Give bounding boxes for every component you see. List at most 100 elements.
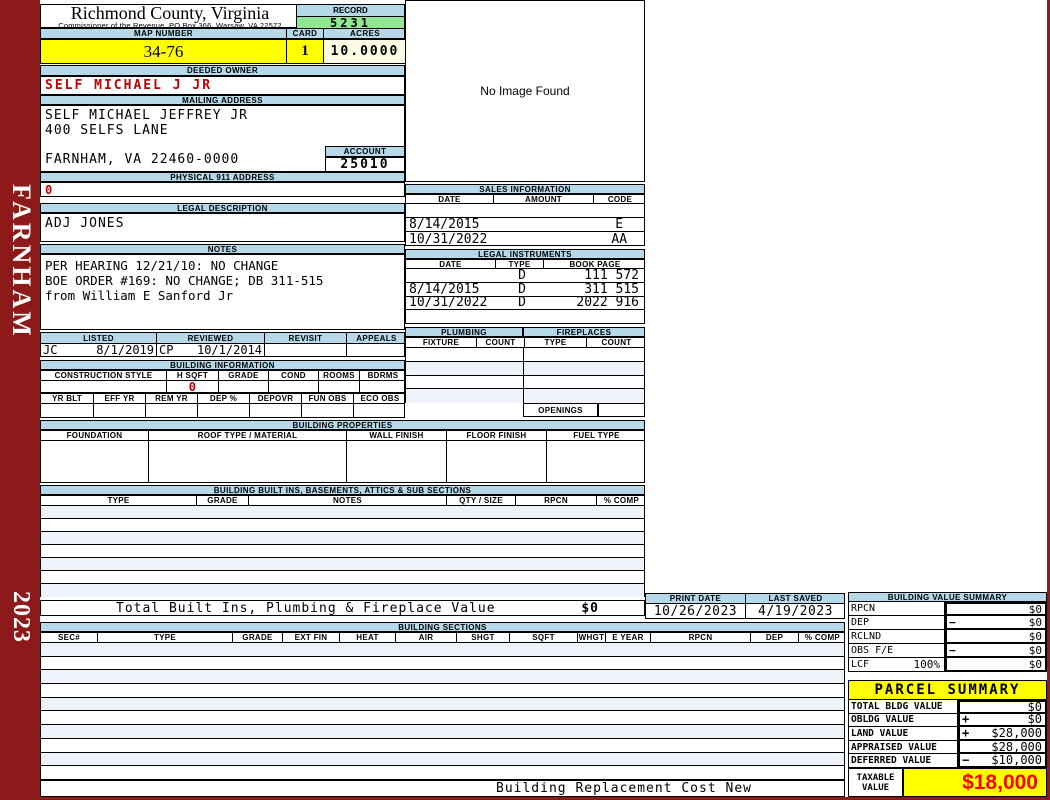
physical-address-bar: PHYSICAL 911 ADDRESS — [40, 172, 405, 182]
col-header: FOUNDATION — [66, 431, 123, 440]
built-ins-rows — [40, 506, 645, 597]
physical-address-value: 0 — [40, 182, 405, 197]
col-header: ROOF TYPE / MATERIAL — [148, 431, 346, 440]
revisit-label: REVISIT — [264, 333, 346, 343]
col-header: WHGT — [577, 633, 605, 642]
appeals-cell — [346, 344, 406, 356]
last-saved-value: 4/19/2023 — [745, 604, 845, 619]
table-row — [41, 670, 844, 685]
col-header: E YEAR — [605, 633, 650, 642]
building-info-values1: 0 — [40, 380, 405, 394]
bvs-row: LCF 100% $0 — [848, 658, 1047, 672]
county-title: Richmond County, Virginia — [70, 3, 270, 23]
table-row — [41, 584, 644, 597]
listed-cell: JC 8/1/2019 — [41, 343, 156, 357]
property-record-card: FARNHAM 2023 Richmond County, Virginia C… — [0, 0, 1050, 800]
building-sections-header: SEC# TYPE GRADE EXT FIN HEAT AIR SHGT SQ… — [40, 632, 845, 643]
table-row — [41, 739, 844, 753]
col-header: DEPOVR — [249, 394, 301, 403]
account-value: 25010 — [325, 157, 405, 172]
mailing-address-bar: MAILING ADDRESS — [40, 95, 405, 105]
mailing-street: 400 SELFS LANE — [45, 123, 169, 138]
col-header: CODE — [593, 195, 646, 204]
col-header: SHGT — [456, 633, 509, 642]
col-header: DEP % — [197, 394, 249, 403]
col-header: FLOOR FINISH — [446, 431, 546, 440]
table-row — [41, 766, 844, 780]
reviewed-date: 10/1/2014 — [196, 343, 262, 357]
building-sections-footer: Building Replacement Cost New — [40, 780, 845, 797]
built-ins-header: TYPE GRADE NOTES QTY / SIZE RPCN % COMP — [40, 495, 645, 506]
parcel-summary: TOTAL BLDG VALUE $0 OBLDG VALUE + $0 LAND… — [848, 700, 1047, 768]
building-sections-bar: BUILDING SECTIONS — [40, 622, 845, 632]
col-header: EFF YR — [93, 394, 145, 403]
mailing-name: SELF MICHAEL JEFFREY JR — [45, 108, 249, 123]
table-row — [41, 711, 844, 726]
building-info-values2 — [40, 404, 405, 418]
review-value-row: JC 8/1/2019 CP 10/1/2014 — [40, 343, 406, 357]
table-row — [41, 519, 644, 532]
col-header: NOTES — [248, 496, 446, 505]
col-header: REM YR — [145, 394, 197, 403]
revisit-cell — [264, 344, 346, 356]
building-info-header2: YR BLT EFF YR REM YR DEP % DEPOVR FUN OB… — [40, 393, 405, 404]
listed-label: LISTED — [83, 333, 114, 343]
print-info-header: PRINT DATE LAST SAVED — [645, 593, 845, 604]
instrument-row: 10/31/2022 D 2022 916 — [406, 295, 644, 310]
taxable-value: $18,000 — [903, 768, 1047, 797]
map-number-label: MAP NUMBER — [134, 29, 193, 38]
acres-label: ACRES — [323, 29, 406, 38]
col-header: GRADE — [196, 496, 248, 505]
col-header: SQFT — [509, 633, 577, 642]
plumbing-fireplaces-divider — [523, 348, 524, 403]
map-value-row: 34-76 1 10.0000 — [40, 39, 406, 64]
col-header: FUN OBS — [301, 394, 353, 403]
col-header: GRADE — [232, 633, 282, 642]
table-row — [406, 389, 644, 403]
col-header: AMOUNT — [493, 195, 593, 204]
col-header: DATE — [439, 259, 462, 269]
table-row — [41, 697, 844, 712]
reviewed-label: REVIEWED — [156, 333, 264, 343]
col-header: COUNT — [476, 338, 524, 347]
district-vertical-label: FARNHAM — [7, 183, 36, 339]
appeals-label: APPEALS — [346, 333, 406, 343]
building-properties-bar: BUILDING PROPERTIES — [40, 420, 645, 430]
col-header: YR BLT — [51, 394, 83, 403]
sales-row — [406, 204, 644, 218]
sales-header-row: DATE AMOUNT CODE — [405, 194, 645, 204]
building-info-bar: BUILDING INFORMATION — [40, 360, 405, 370]
col-header: QTY / SIZE — [446, 496, 515, 505]
mailing-city: FARNHAM, VA 22460-0000 — [45, 152, 240, 167]
parcel-row: DEFERRED VALUE − $10,000 — [848, 753, 1047, 768]
no-image-text: No Image Found — [480, 84, 570, 98]
table-row — [41, 752, 844, 767]
table-row — [406, 375, 644, 390]
bvs-row: DEP − $0 — [848, 616, 1047, 630]
replacement-cost-label: Building Replacement Cost New — [496, 781, 752, 796]
col-header: AIR — [395, 633, 456, 642]
plumbing-fireplaces-header: FIXTURE COUNT TYPE COUNT — [405, 337, 645, 348]
property-photo-placeholder: No Image Found — [405, 0, 645, 182]
account-label: ACCOUNT — [325, 146, 405, 157]
sales-row: 10/31/2022 AA — [409, 231, 628, 247]
table-row — [41, 725, 844, 739]
acres-value: 10.0000 — [323, 40, 406, 63]
col-header: TYPE — [97, 633, 232, 642]
print-date-label: PRINT DATE — [669, 594, 722, 603]
built-ins-bar: BUILDING BUILT INS, BASEMENTS, ATTICS & … — [40, 485, 645, 495]
sales-info-bar: SALES INFORMATION — [405, 184, 645, 194]
col-header: RPCN — [650, 633, 750, 642]
deeded-owner-value: SELF MICHAEL J JR — [40, 76, 405, 95]
building-properties-body — [40, 441, 645, 483]
note-line: from William E Sanford Jr — [45, 288, 234, 303]
built-ins-total-row: Total Built Ins, Plumbing & Fireplace Va… — [40, 600, 645, 616]
table-row — [406, 361, 644, 376]
col-header: % COMP — [798, 633, 846, 642]
legal-description-value: ADJ JONES — [40, 213, 405, 242]
notes-bar: NOTES — [40, 244, 405, 254]
fireplaces-bar: FIREPLACES — [523, 327, 645, 337]
parcel-summary-title: PARCEL SUMMARY — [848, 680, 1047, 700]
taxable-value-label: TAXABLE VALUE — [848, 768, 903, 797]
table-row — [41, 545, 644, 558]
